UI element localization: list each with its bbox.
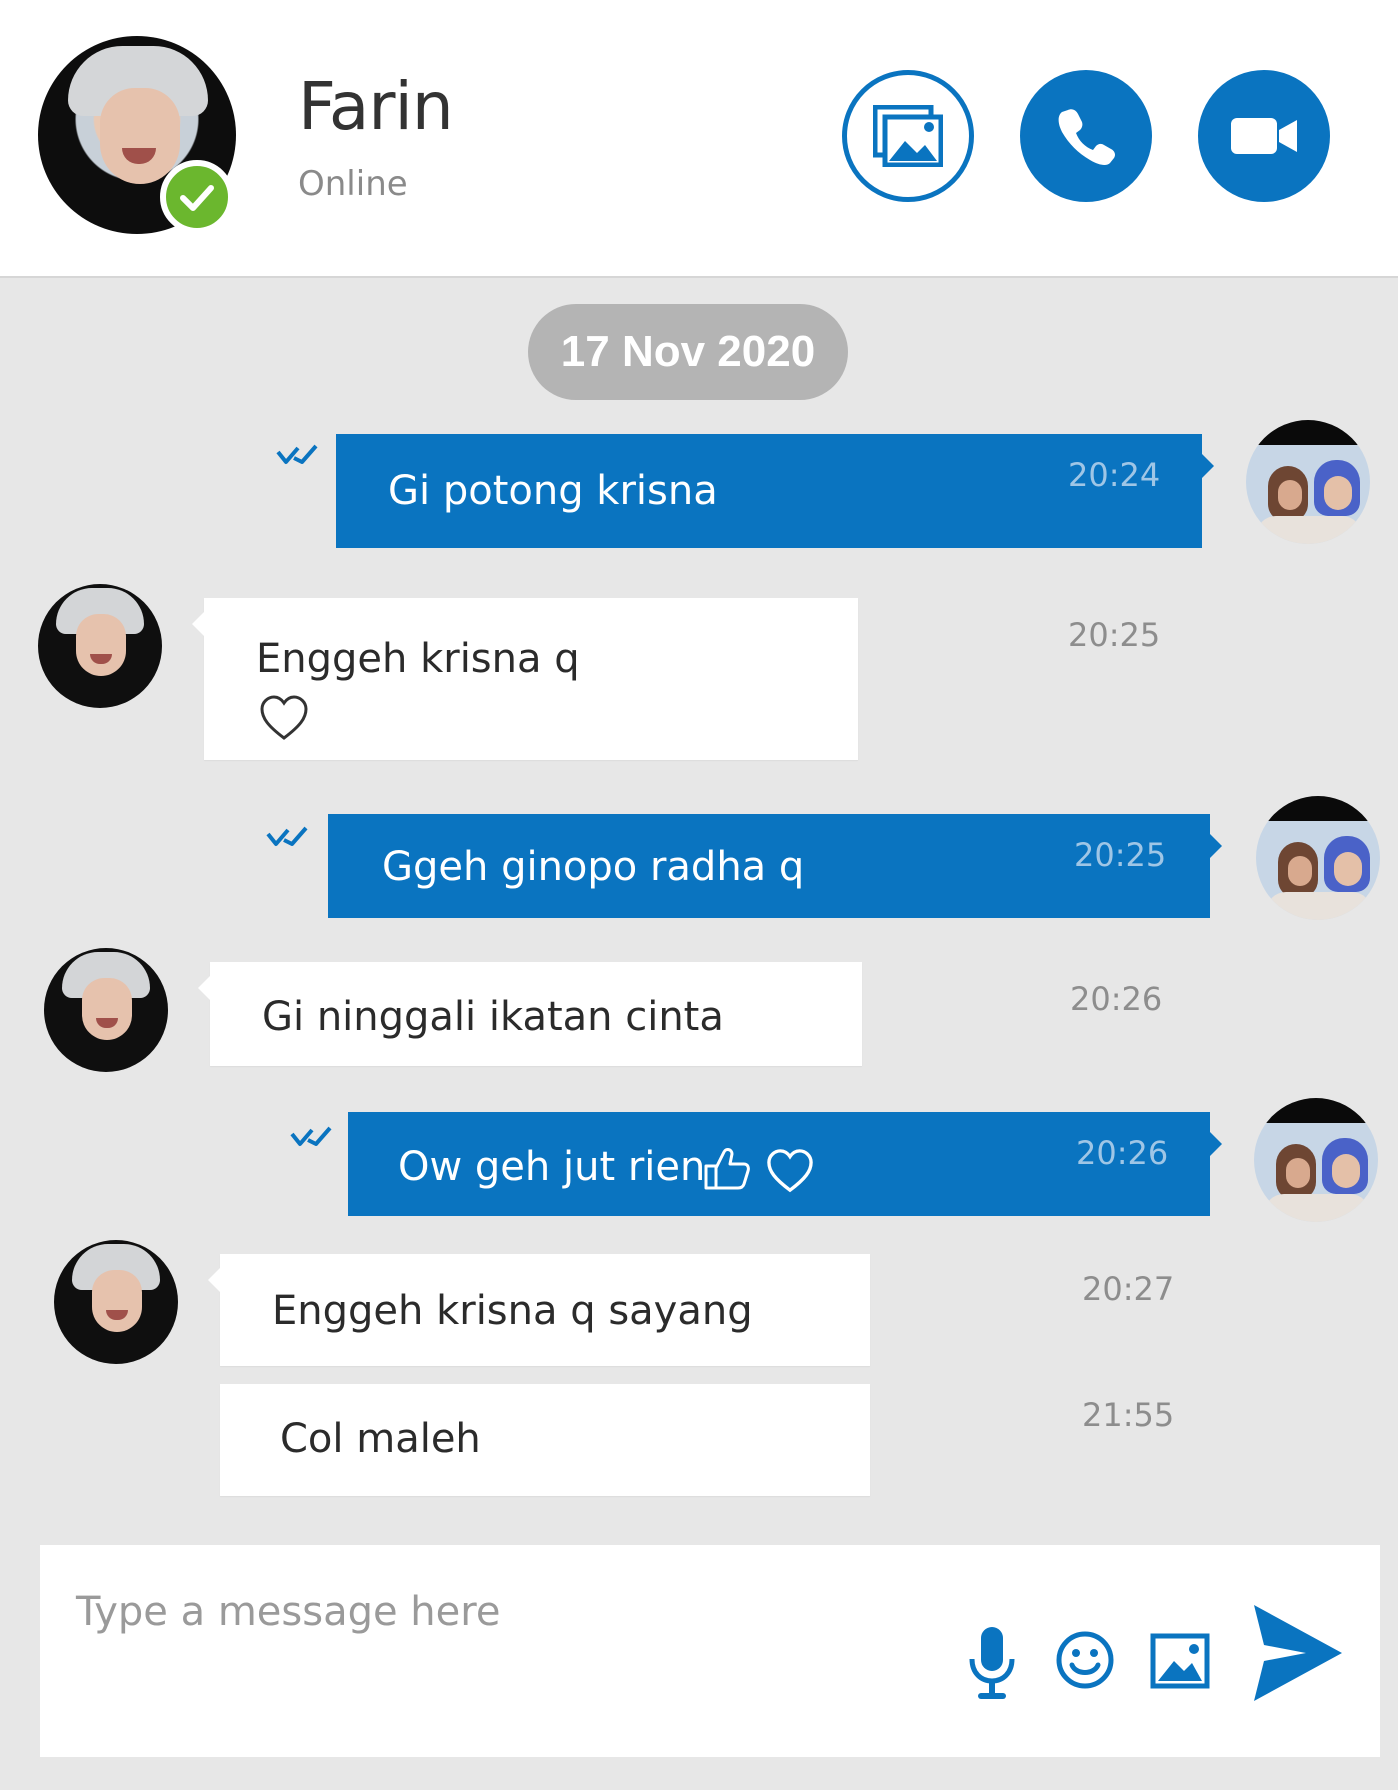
message-time: 20:27 xyxy=(1082,1270,1175,1308)
image-gallery-icon xyxy=(873,105,943,167)
date-separator: 17 Nov 2020 xyxy=(528,304,848,400)
message-time: 21:55 xyxy=(1082,1396,1175,1434)
heart-icon xyxy=(260,695,308,740)
message-bubble-incoming[interactable]: Enggeh krisna q sayang xyxy=(208,1254,870,1366)
contact-avatar-small[interactable] xyxy=(44,948,168,1072)
delivered-ticks-icon xyxy=(276,444,318,464)
heart-icon xyxy=(767,1149,813,1193)
send-icon[interactable] xyxy=(1250,1601,1346,1705)
contact-avatar-small[interactable] xyxy=(38,584,162,708)
message-time: 20:25 xyxy=(1068,616,1161,654)
message-bubble-outgoing[interactable]: Ggeh ginopo radha q 20:25 xyxy=(328,814,1222,918)
message-text: Gi potong krisna xyxy=(388,468,718,514)
video-call-button[interactable] xyxy=(1198,70,1330,202)
message-text: Enggeh krisna q xyxy=(256,636,580,682)
delivered-ticks-icon xyxy=(266,826,308,846)
message-text: Ow geh jut rien xyxy=(398,1144,706,1190)
my-avatar[interactable] xyxy=(1256,796,1380,920)
message-bubble-incoming[interactable]: Enggeh krisna q xyxy=(192,598,858,760)
thumbs-up-icon xyxy=(704,1148,750,1190)
call-button[interactable] xyxy=(1020,70,1152,202)
message-composer[interactable]: Type a message here xyxy=(40,1545,1380,1757)
message-bubble-incoming[interactable]: Col maleh xyxy=(220,1384,870,1496)
message-time: 20:26 xyxy=(1070,980,1163,1018)
online-check-icon xyxy=(160,160,234,234)
message-text: Col maleh xyxy=(280,1416,481,1462)
image-icon[interactable] xyxy=(1150,1633,1210,1689)
message-bubble-incoming[interactable]: Gi ninggali ikatan cinta xyxy=(198,962,862,1066)
message-time: 20:26 xyxy=(1076,1134,1169,1172)
my-avatar[interactable] xyxy=(1246,420,1370,544)
message-text: Ggeh ginopo radha q xyxy=(382,844,805,890)
phone-icon xyxy=(1058,109,1115,165)
message-input[interactable]: Type a message here xyxy=(76,1589,500,1635)
delivered-ticks-icon xyxy=(290,1126,332,1146)
message-text: Enggeh krisna q sayang xyxy=(272,1288,753,1334)
microphone-icon[interactable] xyxy=(964,1625,1020,1701)
my-avatar[interactable] xyxy=(1254,1098,1378,1222)
contact-name: Farin xyxy=(298,68,454,145)
gallery-button[interactable] xyxy=(842,70,974,202)
contact-status: Online xyxy=(298,164,408,204)
message-bubble-outgoing[interactable]: Gi potong krisna 20:24 xyxy=(336,434,1214,548)
emoji-icon[interactable] xyxy=(1054,1629,1116,1691)
message-text: Gi ninggali ikatan cinta xyxy=(262,994,724,1040)
message-time: 20:25 xyxy=(1074,836,1167,874)
video-camera-icon xyxy=(1231,118,1297,154)
message-bubble-outgoing[interactable]: Ow geh jut rien 20:26 xyxy=(348,1112,1222,1216)
chat-header: Farin Online xyxy=(0,0,1398,278)
contact-avatar-small[interactable] xyxy=(54,1240,178,1364)
message-time: 20:24 xyxy=(1068,456,1161,494)
